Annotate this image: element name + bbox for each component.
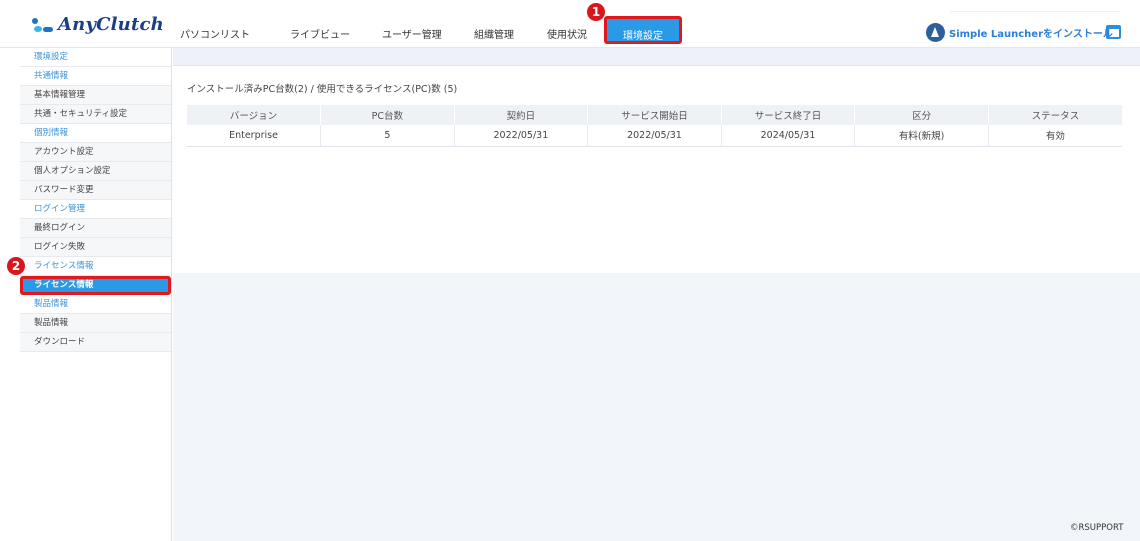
- sidebar-item-account-settings[interactable]: アカウント設定: [20, 143, 171, 162]
- nav-environment-settings[interactable]: 環境設定: [604, 16, 682, 44]
- sidebar-item-login-failure[interactable]: ログイン失敗: [20, 238, 171, 257]
- copyright-text: ©RSUPPORT: [1070, 523, 1124, 533]
- column-header-version: バージョン: [187, 105, 322, 125]
- sidebar: 環境設定 共通情報 基本情報管理 共通・セキュリティ設定 個別情報 アカウント設…: [20, 48, 172, 541]
- launcher-label: Simple Launcherをインストール: [949, 29, 1113, 40]
- sidebar-category-individual-info[interactable]: 個別情報: [20, 124, 171, 143]
- main-nav: パソコンリスト ライブビュー ユーザー管理 組織管理 使用状況 環境設定: [180, 16, 682, 46]
- cell-contract-date: 2022/05/31: [454, 125, 589, 147]
- content-title-strip: [173, 48, 1140, 66]
- window-icon[interactable]: [1106, 25, 1121, 39]
- nav-pc-list[interactable]: パソコンリスト: [180, 18, 290, 46]
- annotation-marker-2: 2: [7, 257, 25, 275]
- sidebar-item-password-change[interactable]: パスワード変更: [20, 181, 171, 200]
- nav-live-view[interactable]: ライブビュー: [290, 18, 382, 46]
- annotation-marker-1: 1: [587, 3, 605, 21]
- nav-user-management[interactable]: ユーザー管理: [382, 18, 474, 46]
- column-header-category: 区分: [854, 105, 989, 125]
- sidebar-item-security-settings[interactable]: 共通・セキュリティ設定: [20, 105, 171, 124]
- column-header-contract-date: 契約日: [454, 105, 589, 125]
- table-row: Enterprise 5 2022/05/31 2022/05/31 2024/…: [187, 125, 1122, 147]
- cell-service-end: 2024/05/31: [721, 125, 856, 147]
- nav-organization-management[interactable]: 組織管理: [474, 18, 547, 46]
- app-root: AnyClutch パソコンリスト ライブビュー ユーザー管理 組織管理 使用状…: [0, 0, 1140, 541]
- column-header-service-start: サービス開始日: [587, 105, 722, 125]
- sidebar-item-basic-info[interactable]: 基本情報管理: [20, 86, 171, 105]
- license-summary-text: インストール済みPC台数(2) / 使用できるライセンス(PC)数 (5): [187, 84, 458, 95]
- sidebar-item-personal-options[interactable]: 個人オプション設定: [20, 162, 171, 181]
- content-background: [173, 273, 1140, 541]
- anyclutch-logo-icon: [32, 16, 54, 34]
- nav-usage-status[interactable]: 使用状況: [547, 18, 604, 46]
- simple-launcher-icon: [926, 23, 945, 42]
- simple-launcher-install-link[interactable]: Simple Launcherをインストール: [926, 23, 1113, 42]
- logo-text: AnyClutch: [58, 14, 164, 35]
- sidebar-category-common-info[interactable]: 共通情報: [20, 67, 171, 86]
- license-table-header-row: バージョン PC台数 契約日 サービス開始日 サービス終了日 区分 ステータス: [187, 105, 1122, 125]
- sidebar-item-product-info[interactable]: 製品情報: [20, 314, 171, 333]
- license-table: バージョン PC台数 契約日 サービス開始日 サービス終了日 区分 ステータス …: [187, 105, 1122, 147]
- top-faint-line: [950, 4, 1120, 12]
- sidebar-item-download[interactable]: ダウンロード: [20, 333, 171, 352]
- column-header-pc-count: PC台数: [320, 105, 455, 125]
- cell-service-start: 2022/05/31: [587, 125, 722, 147]
- cell-pc-count: 5: [320, 125, 455, 147]
- cell-status: 有効: [988, 125, 1122, 147]
- sidebar-item-last-login[interactable]: 最終ログイン: [20, 219, 171, 238]
- logo[interactable]: AnyClutch: [32, 14, 164, 35]
- cell-category: 有料(新規): [854, 125, 989, 147]
- sidebar-category-license-info[interactable]: ライセンス情報: [20, 257, 171, 276]
- sidebar-category-product-info[interactable]: 製品情報: [20, 295, 171, 314]
- column-header-service-end: サービス終了日: [721, 105, 856, 125]
- cell-version: Enterprise: [187, 125, 322, 147]
- sidebar-item-license-info[interactable]: ライセンス情報: [20, 276, 171, 295]
- header-bar: AnyClutch パソコンリスト ライブビュー ユーザー管理 組織管理 使用状…: [0, 0, 1140, 48]
- column-header-status: ステータス: [988, 105, 1122, 125]
- sidebar-category-environment[interactable]: 環境設定: [20, 48, 171, 67]
- sidebar-category-login-management[interactable]: ログイン管理: [20, 200, 171, 219]
